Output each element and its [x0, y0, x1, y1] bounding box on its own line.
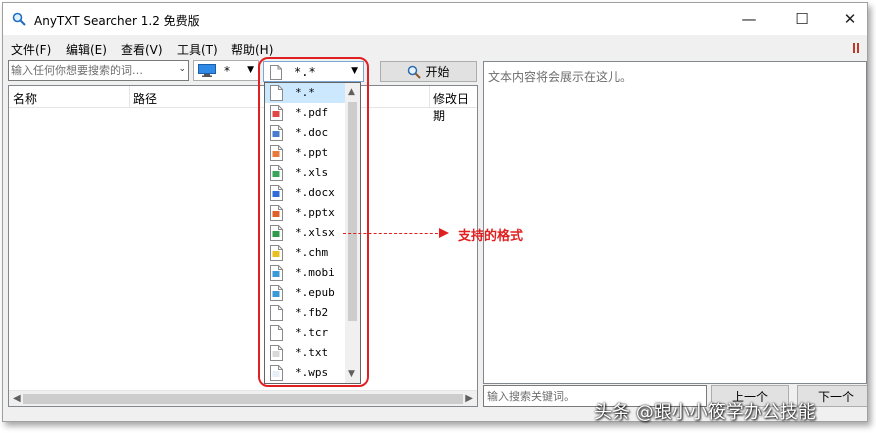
annotation-label: 支持的格式 [458, 229, 524, 244]
scrollbar-thumb[interactable] [23, 394, 463, 404]
dropdown-triangle-icon[interactable]: ▼ [247, 65, 254, 75]
preview-pane[interactable]: 文本内容将会展示在这儿。 [483, 61, 867, 384]
column-path[interactable]: 路径 [133, 90, 157, 107]
preview-placeholder: 文本内容将会展示在这儿。 [488, 70, 633, 84]
magnifier-app-icon [12, 12, 26, 26]
results-column-header: 名称 路径 修改日期 [9, 86, 477, 123]
results-list[interactable]: 名称 路径 修改日期 ◀ ▶ [8, 85, 478, 407]
close-button[interactable]: ✕ [827, 3, 867, 35]
search-icon [408, 65, 422, 79]
app-window: AnyTXT Searcher 1.2 免费版 — ☐ ✕ 文件(F) 编辑(E… [2, 2, 868, 422]
horizontal-scrollbar[interactable]: ◀ ▶ [9, 390, 477, 406]
column-name[interactable]: 名称 [13, 90, 37, 107]
menu-bar: 文件(F) 编辑(E) 查看(V) 工具(T) 帮助(H) [3, 37, 867, 59]
menu-help[interactable]: 帮助(H) [231, 41, 273, 58]
annotation-arrow-head [439, 228, 449, 238]
maximize-button[interactable]: ☐ [779, 3, 825, 35]
window-title: AnyTXT Searcher 1.2 免费版 [34, 14, 200, 28]
menu-tools[interactable]: 工具(T) [177, 41, 218, 58]
title-bar: AnyTXT Searcher 1.2 免费版 — ☐ ✕ [3, 3, 867, 35]
toolbar-gripper-icon[interactable] [851, 42, 861, 54]
menu-file[interactable]: 文件(F) [11, 41, 51, 58]
column-modified[interactable]: 修改日期 [433, 90, 477, 124]
drive-selector[interactable]: * ▼ [193, 60, 259, 81]
search-input[interactable] [11, 63, 169, 78]
monitor-icon [198, 64, 216, 77]
search-combobox[interactable]: ⌄ [8, 60, 189, 81]
scroll-right-icon[interactable]: ▶ [465, 393, 473, 404]
annotation-arrow-line [343, 233, 443, 234]
drive-value: * [224, 64, 230, 78]
chevron-down-icon[interactable]: ⌄ [178, 64, 186, 74]
highlight-box [258, 57, 369, 387]
menu-edit[interactable]: 编辑(E) [66, 41, 107, 58]
start-button-label: 开始 [425, 65, 450, 79]
start-search-button[interactable]: 开始 [380, 61, 477, 82]
minimize-button[interactable]: — [726, 3, 772, 35]
watermark: 头条 @跟小小筱学办公技能 [594, 402, 816, 423]
menu-view[interactable]: 查看(V) [121, 41, 163, 58]
scroll-left-icon[interactable]: ◀ [13, 393, 21, 404]
